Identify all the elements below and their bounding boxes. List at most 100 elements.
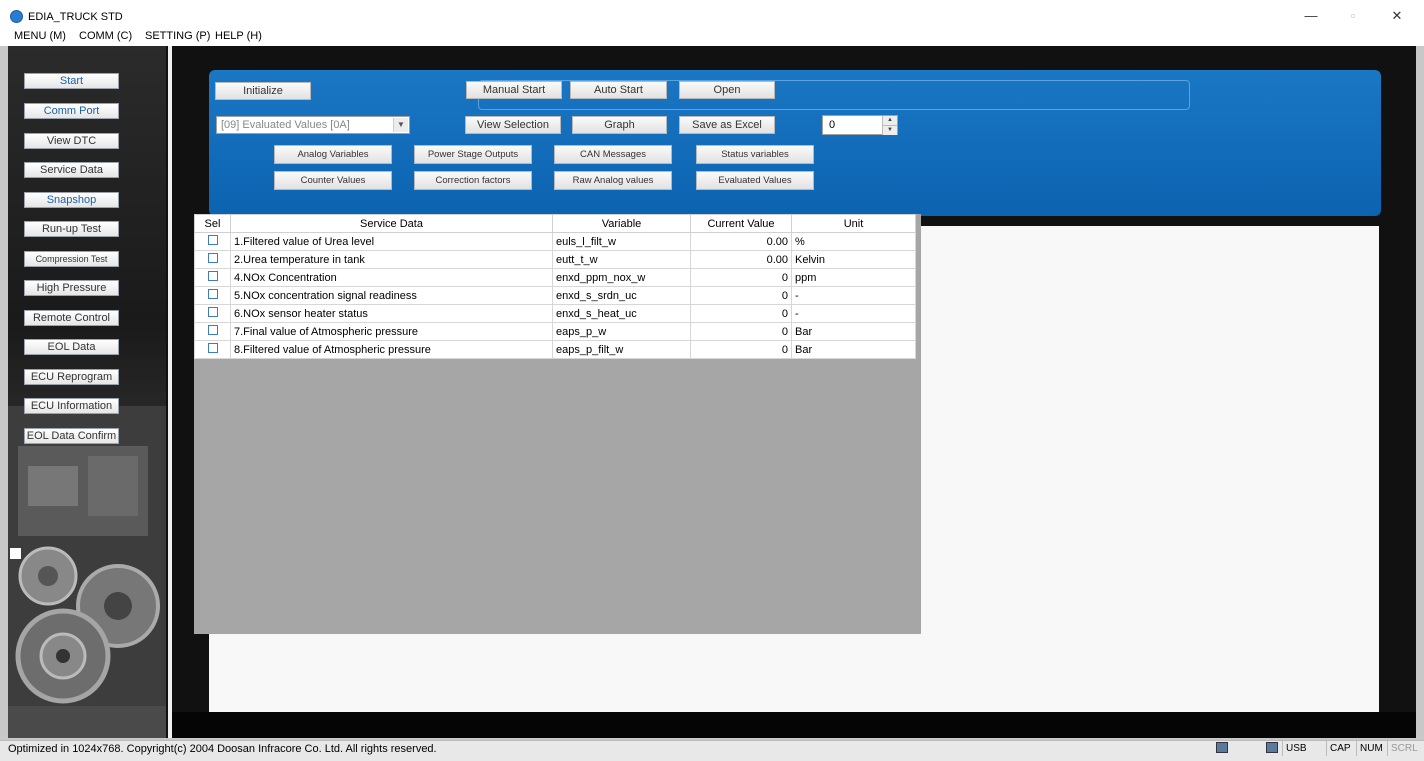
sidebar-item-high-pressure[interactable]: High Pressure — [24, 280, 119, 296]
open-button[interactable]: Open — [679, 81, 775, 99]
row-checkbox[interactable] — [207, 343, 218, 353]
sidebar-item-comm-port[interactable]: Comm Port — [24, 103, 119, 119]
data-group-select[interactable]: [09] Evaluated Values [0A] ▼ — [216, 116, 410, 134]
close-button[interactable]: ✕ — [1382, 6, 1412, 26]
current-value-cell: 0 — [690, 268, 792, 287]
row-checkbox[interactable] — [207, 325, 218, 335]
menu-bar — [0, 28, 1424, 46]
variable-cell: eaps_p_filt_w — [552, 340, 691, 359]
spinner-up-icon[interactable]: ▲ — [882, 116, 897, 125]
row-checkbox[interactable] — [207, 271, 218, 281]
column-header-unit[interactable]: Unit — [791, 214, 916, 233]
unit-cell: ppm — [791, 268, 916, 287]
service-data-cell: 4.NOx Concentration — [230, 268, 553, 287]
row-checkbox[interactable] — [207, 253, 218, 263]
usb-device-icon — [1266, 742, 1278, 753]
engine-image — [8, 406, 166, 738]
save-as-excel-button[interactable]: Save as Excel — [679, 116, 775, 134]
divider — [168, 46, 172, 738]
current-value-cell: 0 — [690, 286, 792, 305]
service-data-table: Sel Service Data Variable Current Value … — [194, 214, 916, 359]
current-value-cell: 0 — [690, 322, 792, 341]
row-checkbox[interactable] — [207, 289, 218, 299]
power-stage-outputs-button[interactable]: Power Stage Outputs — [414, 145, 532, 164]
bottom-strip — [172, 712, 1416, 738]
sidebar-item-eol-data-confirm[interactable]: EOL Data Confirm — [24, 428, 119, 444]
table-row[interactable]: 6.NOx sensor heater status enxd_s_heat_u… — [194, 304, 916, 323]
column-header-service-data[interactable]: Service Data — [230, 214, 553, 233]
service-data-cell: 1.Filtered value of Urea level — [230, 232, 553, 251]
unit-cell: % — [791, 232, 916, 251]
initialize-button[interactable]: Initialize — [215, 82, 311, 100]
scrl-indicator: SCRL — [1387, 741, 1421, 756]
unit-cell: Kelvin — [791, 250, 916, 269]
sidebar-item-snapshop[interactable]: Snapshop — [24, 192, 119, 208]
sidebar-item-service-data[interactable]: Service Data — [24, 162, 119, 178]
row-checkbox[interactable] — [207, 307, 218, 317]
sidebar-item-compression-test[interactable]: Compression Test — [24, 251, 119, 267]
service-data-cell: 5.NOx concentration signal readiness — [230, 286, 553, 305]
sidebar-checkbox[interactable] — [10, 548, 21, 559]
menu-comm[interactable]: COMM (C) — [79, 30, 132, 42]
sidebar-item-remote-control[interactable]: Remote Control — [24, 310, 119, 326]
sidebar-item-run-up-test[interactable]: Run-up Test — [24, 221, 119, 237]
status-text: Optimized in 1024x768. Copyright(c) 2004… — [8, 743, 437, 755]
unit-cell: - — [791, 286, 916, 305]
column-header-variable[interactable]: Variable — [552, 214, 691, 233]
view-selection-button[interactable]: View Selection — [465, 116, 561, 134]
value-spinner[interactable]: 0 ▲ ▼ — [822, 115, 898, 135]
service-data-cell: 8.Filtered value of Atmospheric pressure — [230, 340, 553, 359]
current-value-cell: 0 — [690, 304, 792, 323]
maximize-button[interactable]: ▫ — [1338, 6, 1368, 26]
table-row[interactable]: 7.Final value of Atmospheric pressure ea… — [194, 322, 916, 341]
graph-button[interactable]: Graph — [572, 116, 667, 134]
counter-values-button[interactable]: Counter Values — [274, 171, 392, 190]
correction-factors-button[interactable]: Correction factors — [414, 171, 532, 190]
table-row[interactable]: 1.Filtered value of Urea level euls_l_fi… — [194, 232, 916, 251]
service-data-cell: 6.NOx sensor heater status — [230, 304, 553, 323]
unit-cell: - — [791, 304, 916, 323]
column-header-sel[interactable]: Sel — [194, 214, 231, 233]
table-row[interactable]: 5.NOx concentration signal readiness enx… — [194, 286, 916, 305]
can-messages-button[interactable]: CAN Messages — [554, 145, 672, 164]
menu-menu[interactable]: MENU (M) — [14, 30, 66, 42]
menu-help[interactable]: HELP (H) — [215, 30, 262, 42]
data-group-select-value: [09] Evaluated Values [0A] — [221, 119, 350, 131]
manual-start-button[interactable]: Manual Start — [466, 81, 562, 99]
window-title: EDIA_TRUCK STD — [28, 11, 123, 23]
variable-cell: eutt_t_w — [552, 250, 691, 269]
variable-cell: enxd_s_heat_uc — [552, 304, 691, 323]
current-value-cell: 0.00 — [690, 232, 792, 251]
sidebar-item-ecu-information[interactable]: ECU Information — [24, 398, 119, 414]
chevron-down-icon[interactable]: ▼ — [393, 118, 408, 132]
sidebar-item-start[interactable]: Start — [24, 73, 119, 89]
service-data-cell: 7.Final value of Atmospheric pressure — [230, 322, 553, 341]
variable-cell: euls_l_filt_w — [552, 232, 691, 251]
variable-cell: enxd_ppm_nox_w — [552, 268, 691, 287]
column-header-current-value[interactable]: Current Value — [690, 214, 792, 233]
raw-analog-values-button[interactable]: Raw Analog values — [554, 171, 672, 190]
app-logo-icon — [10, 10, 23, 23]
table-row[interactable]: 4.NOx Concentration enxd_ppm_nox_w 0 ppm — [194, 268, 916, 287]
service-data-cell: 2.Urea temperature in tank — [230, 250, 553, 269]
menu-setting[interactable]: SETTING (P) — [145, 30, 210, 42]
table-header-row: Sel Service Data Variable Current Value … — [194, 214, 916, 233]
current-value-cell: 0 — [690, 340, 792, 359]
evaluated-values-button[interactable]: Evaluated Values — [696, 171, 814, 190]
analog-variables-button[interactable]: Analog Variables — [274, 145, 392, 164]
unit-cell: Bar — [791, 340, 916, 359]
auto-start-button[interactable]: Auto Start — [570, 81, 667, 99]
status-variables-button[interactable]: Status variables — [696, 145, 814, 164]
sidebar-item-eol-data[interactable]: EOL Data — [24, 339, 119, 355]
variable-cell: enxd_s_srdn_uc — [552, 286, 691, 305]
table-row[interactable]: 2.Urea temperature in tank eutt_t_w 0.00… — [194, 250, 916, 269]
minimize-button[interactable]: — — [1296, 6, 1326, 26]
row-checkbox[interactable] — [207, 235, 218, 245]
sidebar-item-view-dtc[interactable]: View DTC — [24, 133, 119, 149]
sidebar-item-ecu-reprogram[interactable]: ECU Reprogram — [24, 369, 119, 385]
table-row[interactable]: 8.Filtered value of Atmospheric pressure… — [194, 340, 916, 359]
spinner-down-icon[interactable]: ▼ — [882, 125, 897, 135]
cap-indicator: CAP — [1326, 741, 1358, 756]
title-bar — [0, 0, 1424, 28]
sidebar — [8, 46, 166, 738]
